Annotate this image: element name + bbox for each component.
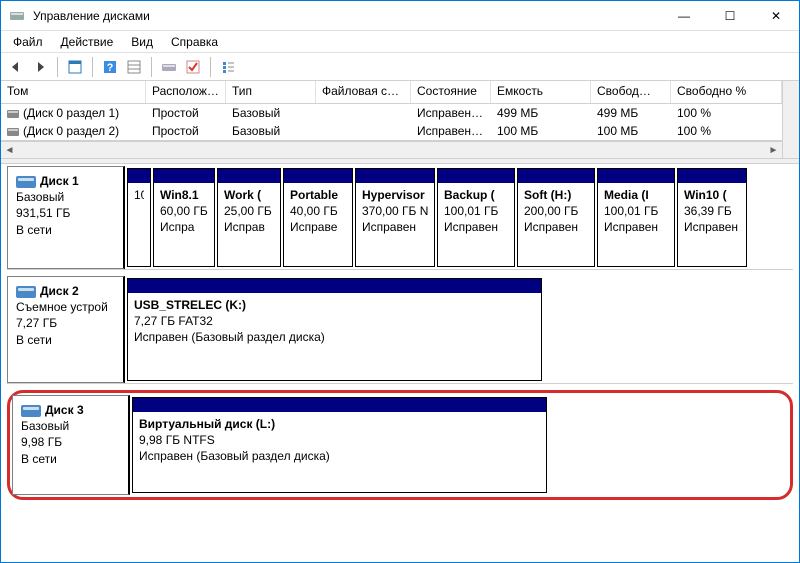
check-button[interactable]: [182, 56, 204, 78]
volume-row[interactable]: (Диск 0 раздел 1) Простой Базовый Исправ…: [1, 104, 782, 122]
menu-action[interactable]: Действие: [53, 33, 122, 51]
partition[interactable]: Hypervisor370,00 ГБ NИсправен: [355, 168, 435, 267]
toolbar: ?: [1, 53, 799, 81]
volume-list-body: (Диск 0 раздел 1) Простой Базовый Исправ…: [1, 104, 782, 140]
partition[interactable]: Media (I100,01 ГБИсправен: [597, 168, 675, 267]
disk-2-row: Диск 2 Съемное устрой 7,27 ГБ В сети USB…: [7, 276, 793, 384]
toolbar-separator-4: [210, 57, 211, 77]
menu-view[interactable]: Вид: [123, 33, 161, 51]
content-area: Том Располож… Тип Файловая с… Состояние …: [1, 81, 799, 562]
partition[interactable]: Win8.160,00 ГБИспра: [153, 168, 215, 267]
menu-file[interactable]: Файл: [5, 33, 51, 51]
col-fs[interactable]: Файловая с…: [316, 81, 411, 103]
back-button[interactable]: [5, 56, 27, 78]
volume-icon: [7, 110, 19, 118]
list-button[interactable]: [217, 56, 239, 78]
col-capacity[interactable]: Емкость: [491, 81, 591, 103]
app-icon: [9, 8, 25, 24]
col-free[interactable]: Свобод…: [591, 81, 671, 103]
partition[interactable]: 10: [127, 168, 151, 267]
toolbar-separator: [57, 57, 58, 77]
menubar: Файл Действие Вид Справка: [1, 31, 799, 53]
settings-button[interactable]: [123, 56, 145, 78]
partition[interactable]: Soft (H:)200,00 ГБИсправен: [517, 168, 595, 267]
graphical-view: Диск 1 Базовый 931,51 ГБ В сети 10 Win8.…: [1, 164, 799, 562]
highlight-annotation: Диск 3 Базовый 9,98 ГБ В сети Виртуальны…: [7, 390, 793, 500]
col-tom[interactable]: Том: [1, 81, 146, 103]
disk-1-row: Диск 1 Базовый 931,51 ГБ В сети 10 Win8.…: [7, 166, 793, 270]
volume-hscroll[interactable]: ◄ ►: [1, 141, 782, 158]
show-hide-tree-button[interactable]: [64, 56, 86, 78]
col-free-pc[interactable]: Свободно %: [671, 81, 782, 103]
toolbar-separator-2: [92, 57, 93, 77]
partition[interactable]: USB_STRELEC (K:) 7,27 ГБ FAT32 Исправен …: [127, 278, 542, 381]
close-button[interactable]: ✕: [753, 1, 799, 31]
minimize-button[interactable]: —: [661, 1, 707, 31]
partition[interactable]: Виртуальный диск (L:) 9,98 ГБ NTFS Испра…: [132, 397, 547, 493]
disk-2-partitions: USB_STRELEC (K:) 7,27 ГБ FAT32 Исправен …: [125, 276, 793, 383]
window-title: Управление дисками: [33, 9, 661, 23]
volume-row[interactable]: (Диск 0 раздел 2) Простой Базовый Исправ…: [1, 122, 782, 140]
partition[interactable]: Portable40,00 ГБИсправе: [283, 168, 353, 267]
col-type[interactable]: Тип: [226, 81, 316, 103]
forward-button[interactable]: [29, 56, 51, 78]
partition[interactable]: Backup (100,01 ГБИсправен: [437, 168, 515, 267]
toolbar-separator-3: [151, 57, 152, 77]
partition[interactable]: Win10 (36,39 ГБИсправен: [677, 168, 747, 267]
disk-button[interactable]: [158, 56, 180, 78]
disk-icon: [16, 176, 36, 188]
disk-2-info[interactable]: Диск 2 Съемное устрой 7,27 ГБ В сети: [7, 276, 125, 383]
app-window: Управление дисками — ☐ ✕ Файл Действие В…: [0, 0, 800, 563]
scroll-left-icon[interactable]: ◄: [1, 142, 18, 159]
disk-icon: [21, 405, 41, 417]
disk-3-info[interactable]: Диск 3 Базовый 9,98 ГБ В сети: [12, 395, 130, 495]
svg-text:?: ?: [107, 62, 114, 74]
volume-icon: [7, 128, 19, 136]
disk-icon: [16, 286, 36, 298]
disk-3-row: Диск 3 Базовый 9,98 ГБ В сети Виртуальны…: [12, 395, 788, 495]
volume-list: Том Располож… Тип Файловая с… Состояние …: [1, 81, 782, 141]
col-status[interactable]: Состояние: [411, 81, 491, 103]
disk-1-partitions: 10 Win8.160,00 ГБИспра Work (25,00 ГБИсп…: [125, 166, 793, 269]
disk-1-info[interactable]: Диск 1 Базовый 931,51 ГБ В сети: [7, 166, 125, 269]
menu-help[interactable]: Справка: [163, 33, 226, 51]
col-layout[interactable]: Располож…: [146, 81, 226, 103]
volume-list-header: Том Располож… Тип Файловая с… Состояние …: [1, 81, 782, 104]
disk-3-partitions: Виртуальный диск (L:) 9,98 ГБ NTFS Испра…: [130, 395, 788, 495]
help-button[interactable]: ?: [99, 56, 121, 78]
partition[interactable]: Work (25,00 ГБИсправ: [217, 168, 281, 267]
maximize-button[interactable]: ☐: [707, 1, 753, 31]
scroll-right-icon[interactable]: ►: [765, 142, 782, 159]
titlebar: Управление дисками — ☐ ✕: [1, 1, 799, 31]
volume-vscroll[interactable]: [782, 81, 799, 158]
